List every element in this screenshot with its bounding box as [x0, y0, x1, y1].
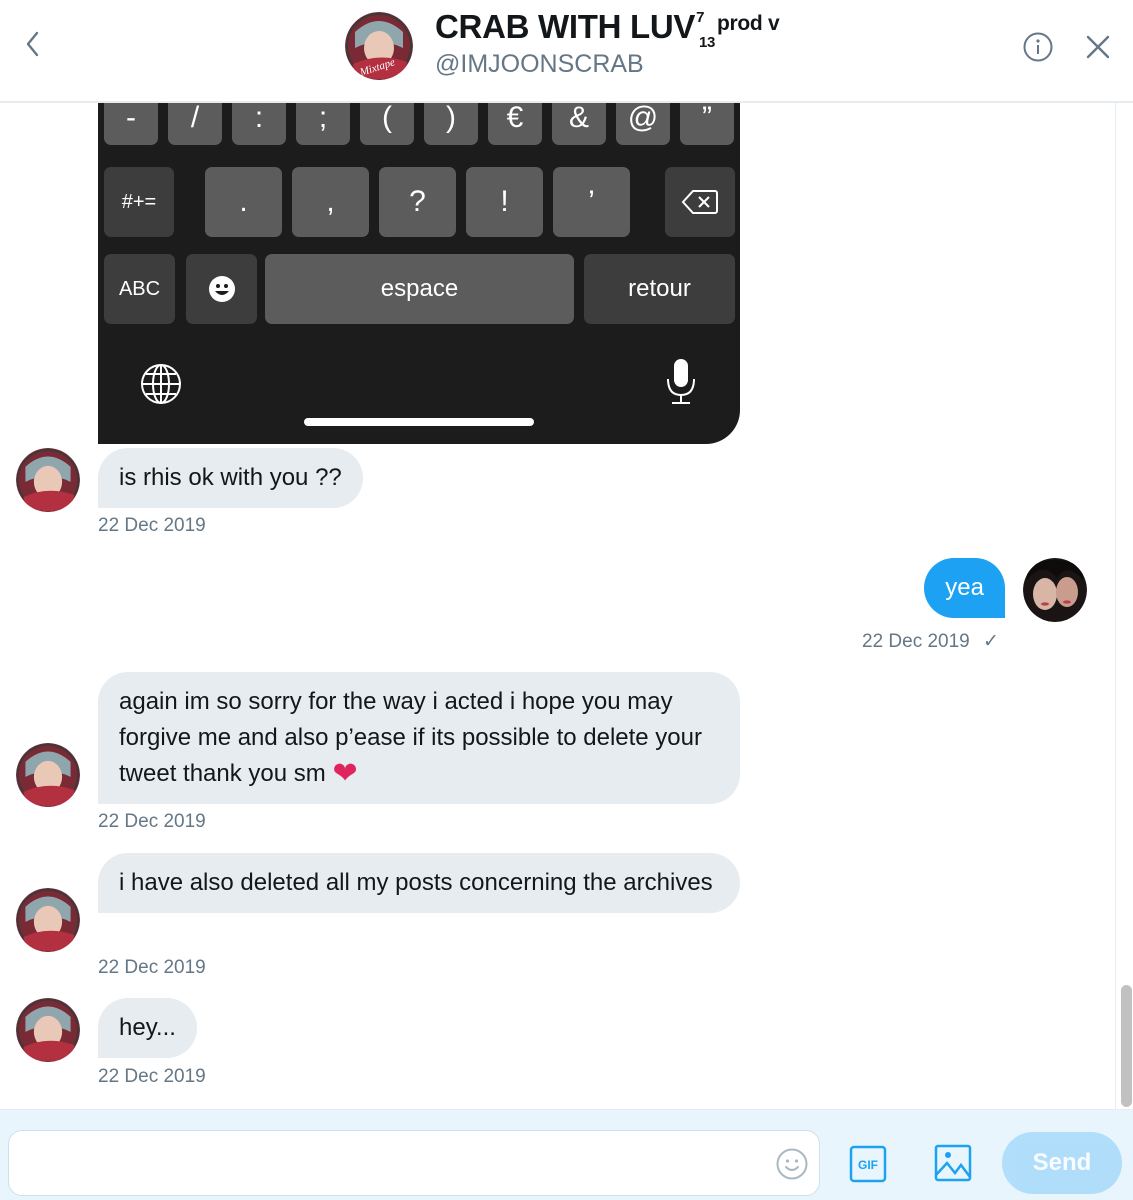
- key-abc: ABC: [104, 254, 175, 324]
- avatar-image: Mixtape: [345, 12, 413, 80]
- scrollbar-thumb[interactable]: [1121, 985, 1132, 1107]
- emoji-icon: [208, 276, 235, 302]
- message-timestamp: 22 Dec 2019: [98, 957, 206, 978]
- sent-checkmark-icon: ✓: [983, 631, 999, 652]
- header-avatar[interactable]: Mixtape: [345, 12, 413, 80]
- key: ?: [379, 167, 456, 237]
- key-backspace: [665, 167, 735, 237]
- key-symbols: #+=: [104, 167, 174, 237]
- message-bubble[interactable]: hey...: [98, 998, 197, 1058]
- close-button[interactable]: [1082, 31, 1114, 63]
- home-indicator: [304, 418, 534, 426]
- image-icon: [934, 1144, 972, 1182]
- message-list[interactable]: - / : ; ( ) € & @ ” #+= . , ? ! ’ ABC es…: [0, 103, 1115, 1109]
- key: €: [488, 103, 542, 145]
- gif-button[interactable]: GIF: [849, 1145, 887, 1183]
- sender-avatar[interactable]: [16, 743, 80, 807]
- my-avatar[interactable]: [1023, 558, 1087, 622]
- message-timestamp: 22 Dec 2019 ✓: [862, 630, 999, 653]
- microphone-icon: [667, 359, 695, 404]
- message-input[interactable]: [21, 1143, 761, 1183]
- name-suffix: prod v: [717, 12, 780, 35]
- key-space: espace: [265, 254, 574, 324]
- avatar-image: [16, 743, 80, 807]
- key: &: [552, 103, 606, 145]
- key: ’: [553, 167, 630, 237]
- key: /: [168, 103, 222, 145]
- message-text: again im so sorry for the way i acted i …: [119, 688, 702, 787]
- message-timestamp: 22 Dec 2019: [98, 1066, 206, 1087]
- message-timestamp: 22 Dec 2019: [98, 515, 206, 536]
- conversation-name: CRAB WITH LUV7 13 prod v: [435, 8, 780, 51]
- message-bubble-outgoing[interactable]: yea: [924, 558, 1005, 618]
- chevron-left-icon: [26, 31, 39, 57]
- heart-emoji: ❤: [332, 757, 358, 790]
- sender-avatar[interactable]: [16, 998, 80, 1062]
- key-return: retour: [584, 254, 735, 324]
- key: ”: [680, 103, 734, 145]
- svg-text:GIF: GIF: [858, 1158, 878, 1172]
- message-bubble[interactable]: i have also deleted all my posts concern…: [98, 853, 740, 913]
- name-subscript: 13: [699, 34, 716, 51]
- avatar-image: [1023, 558, 1087, 622]
- backspace-icon: [681, 190, 718, 214]
- smiley-icon: [776, 1148, 808, 1180]
- name-superscript: 7: [696, 9, 705, 26]
- key-emoji: [186, 254, 257, 324]
- conversation-header: Mixtape CRAB WITH LUV7 13 prod v @IMJOON…: [0, 0, 1133, 103]
- timestamp-text: 22 Dec 2019: [862, 631, 970, 652]
- media-button[interactable]: [933, 1143, 973, 1183]
- scrollbar[interactable]: [1115, 103, 1133, 1109]
- back-button[interactable]: [18, 26, 48, 62]
- display-name: CRAB WITH LUV: [435, 8, 696, 45]
- avatar-image: [16, 448, 80, 512]
- message-image-keyboard-screenshot[interactable]: - / : ; ( ) € & @ ” #+= . , ? ! ’ ABC es…: [98, 103, 740, 444]
- key: ,: [292, 167, 369, 237]
- avatar-image: [16, 888, 80, 952]
- sender-avatar[interactable]: [16, 448, 80, 512]
- send-button[interactable]: Send: [1002, 1132, 1122, 1194]
- key: .: [205, 167, 282, 237]
- info-icon: [1023, 32, 1053, 62]
- key: (: [360, 103, 414, 145]
- message-input-container[interactable]: [8, 1130, 820, 1196]
- message-composer: GIF Send: [0, 1109, 1133, 1200]
- key: ;: [296, 103, 350, 145]
- message-bubble[interactable]: is rhis ok with you ??: [98, 448, 363, 508]
- key: :: [232, 103, 286, 145]
- close-icon: [1086, 35, 1110, 59]
- key: @: [616, 103, 670, 145]
- conversation-handle: @IMJOONSCRAB: [435, 50, 644, 78]
- message-timestamp: 22 Dec 2019: [98, 811, 206, 832]
- avatar-image: [16, 998, 80, 1062]
- globe-icon: [141, 364, 181, 404]
- sender-avatar[interactable]: [16, 888, 80, 952]
- key: ): [424, 103, 478, 145]
- key: -: [104, 103, 158, 145]
- gif-icon: GIF: [849, 1145, 887, 1183]
- key: !: [466, 167, 543, 237]
- emoji-button[interactable]: [775, 1147, 809, 1181]
- info-button[interactable]: [1022, 31, 1054, 63]
- message-bubble[interactable]: again im so sorry for the way i acted i …: [98, 672, 740, 804]
